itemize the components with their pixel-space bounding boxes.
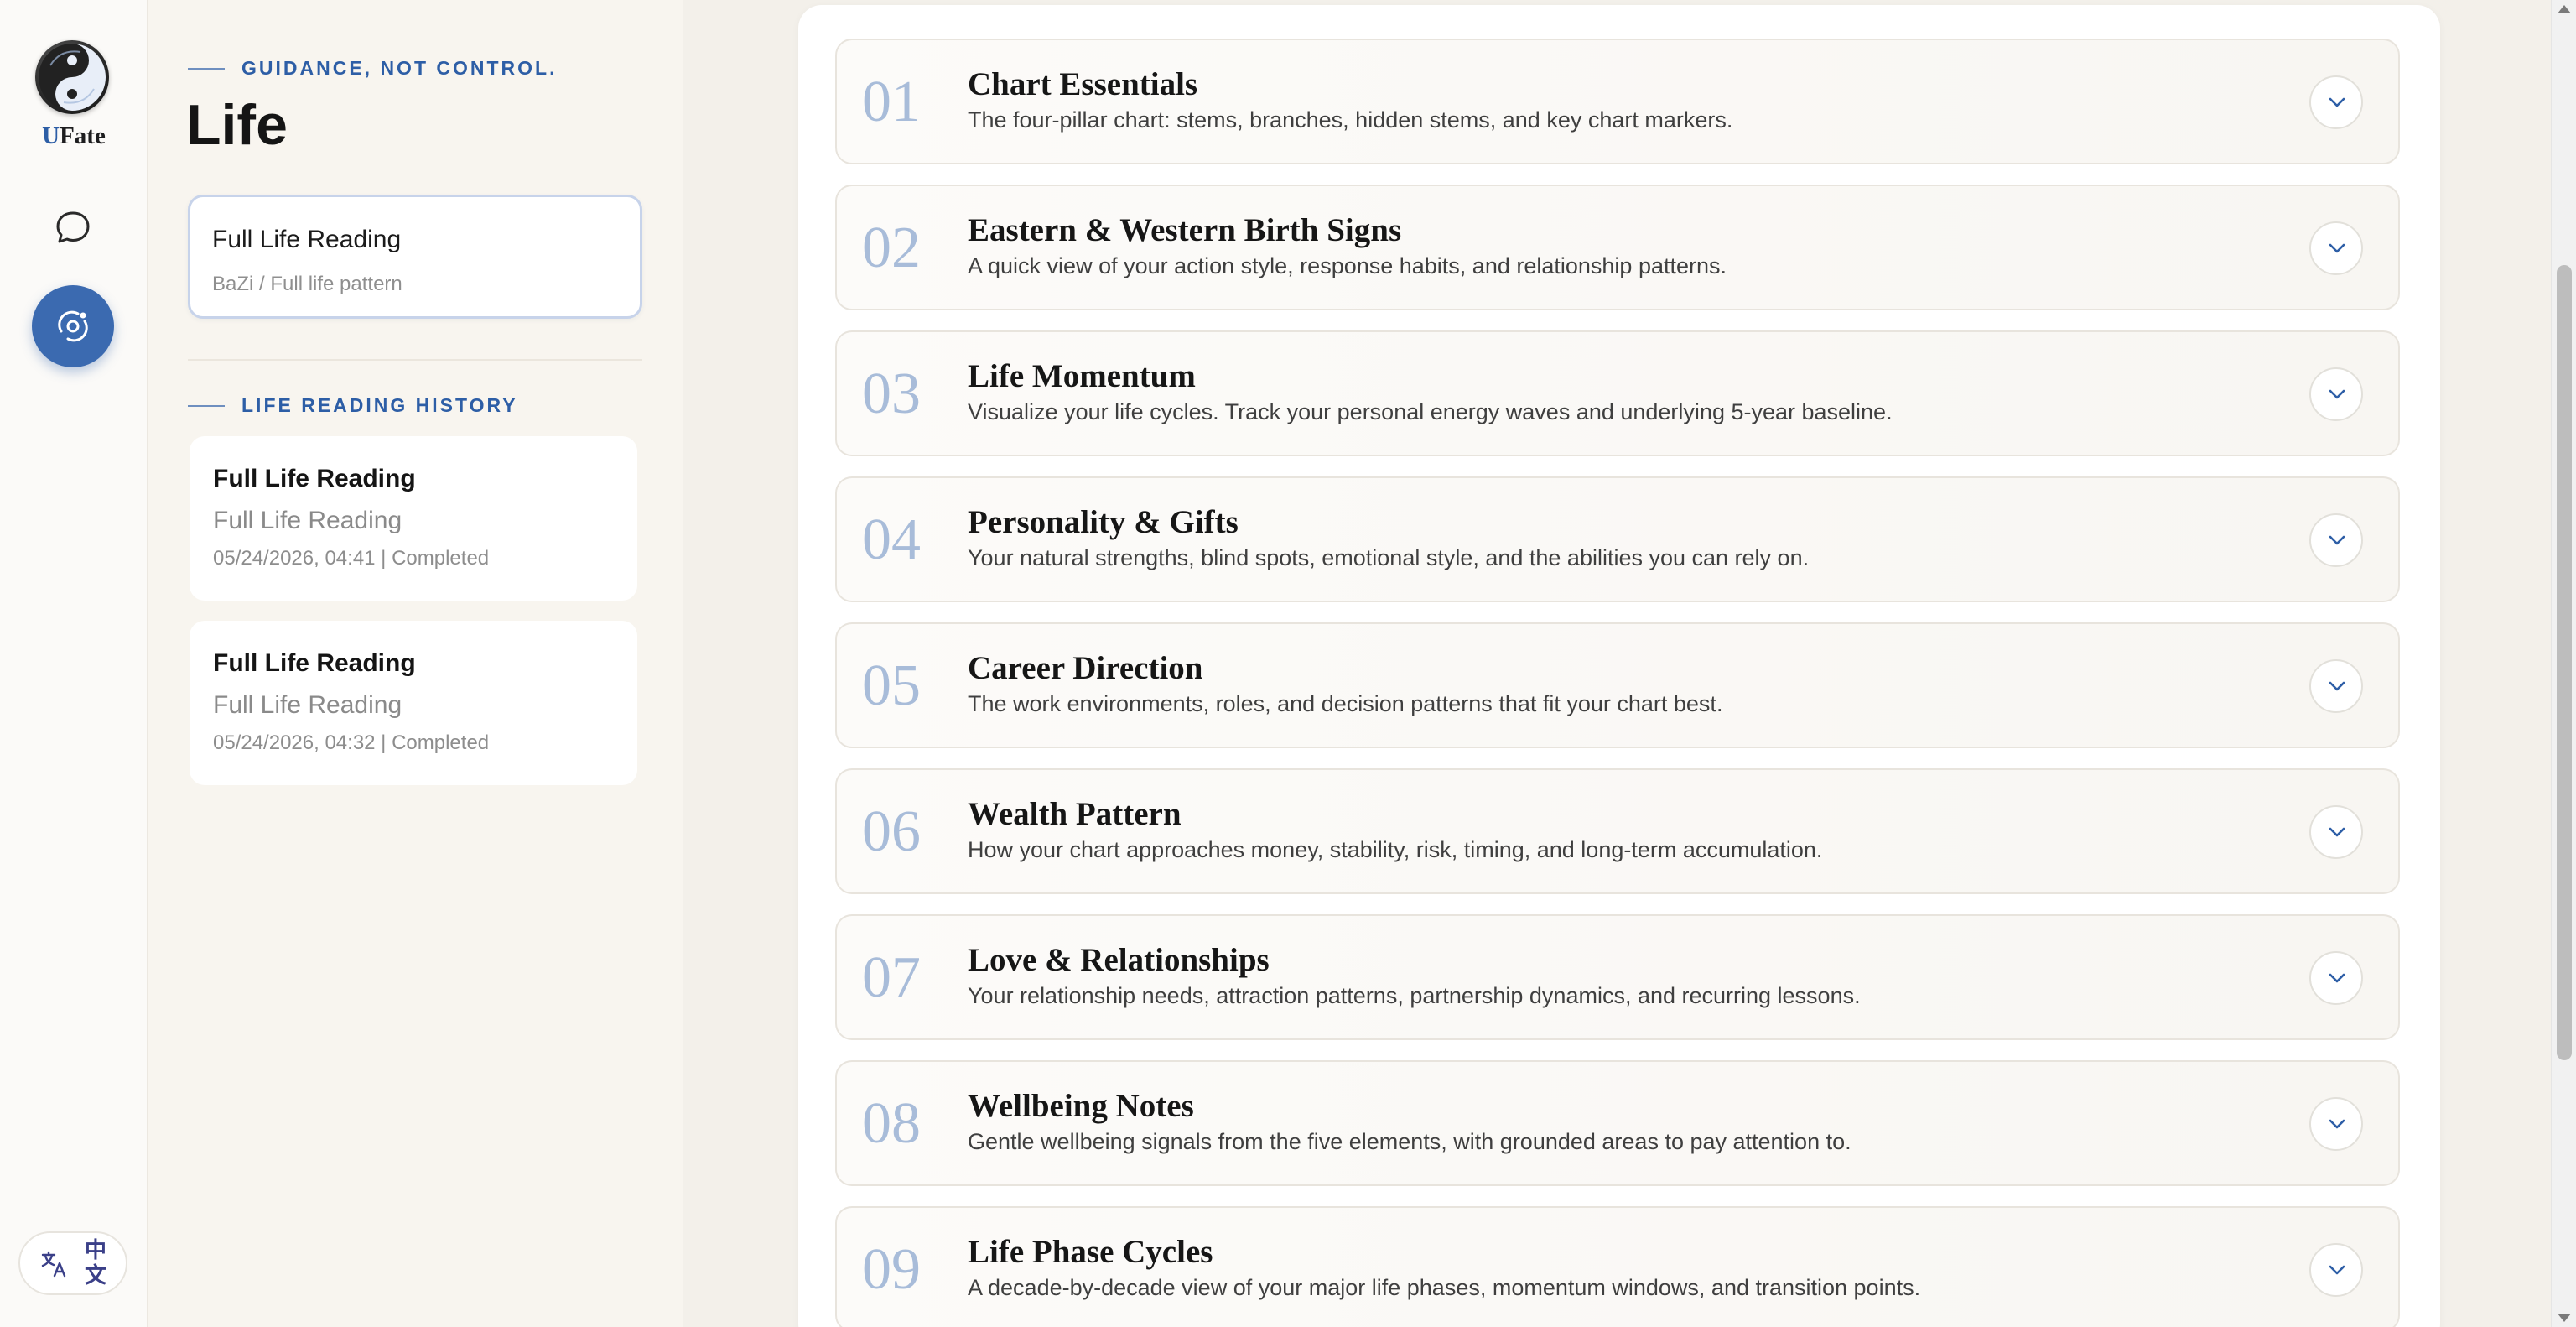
chevron-down-icon bbox=[2329, 681, 2345, 691]
section-description: A decade-by-decade view of your major li… bbox=[968, 1275, 1921, 1300]
expand-button[interactable] bbox=[2309, 75, 2363, 129]
chevron-down-icon bbox=[2329, 827, 2345, 837]
history-item-meta: 05/24/2026, 04:41 | Completed bbox=[213, 547, 490, 570]
history-item[interactable]: Full Life Reading Full Life Reading 05/2… bbox=[190, 621, 637, 785]
eyebrow-dash bbox=[188, 404, 225, 407]
section-card-birth-signs[interactable]: 02 Eastern & Western Birth Signs A quick… bbox=[835, 185, 2400, 310]
section-number: 04 bbox=[862, 507, 921, 572]
main-content: 01 Chart Essentials The four-pillar char… bbox=[683, 0, 2551, 1327]
current-reading-card[interactable]: Full Life Reading BaZi / Full life patte… bbox=[188, 195, 642, 319]
section-title: Life Momentum bbox=[968, 358, 1196, 394]
history-item-title: Full Life Reading bbox=[213, 649, 416, 677]
chat-bubble-icon[interactable] bbox=[52, 206, 94, 248]
section-title: Wellbeing Notes bbox=[968, 1088, 1194, 1124]
expand-button[interactable] bbox=[2309, 659, 2363, 713]
eyebrow-text: GUIDANCE, NOT CONTROL. bbox=[242, 57, 558, 79]
expand-button[interactable] bbox=[2309, 1243, 2363, 1297]
chevron-down-icon bbox=[2329, 243, 2345, 253]
chevron-down-icon bbox=[2329, 535, 2345, 545]
history-item-meta: 05/24/2026, 04:32 | Completed bbox=[213, 731, 490, 754]
section-description: How your chart approaches money, stabili… bbox=[968, 837, 1823, 862]
icon-rail: UFate 中文 bbox=[0, 0, 148, 1327]
section-title: Love & Relationships bbox=[968, 942, 1270, 978]
life-reading-nav-button[interactable] bbox=[32, 285, 114, 367]
section-card-personality-gifts[interactable]: 04 Personality & Gifts Your natural stre… bbox=[835, 476, 2400, 602]
section-number: 05 bbox=[862, 653, 921, 718]
current-reading-subtitle: BaZi / Full life pattern bbox=[212, 273, 402, 295]
language-toggle-button[interactable]: 中文 bbox=[18, 1231, 127, 1295]
section-description: Your natural strengths, blind spots, emo… bbox=[968, 545, 1810, 570]
yin-yang-logo-icon[interactable] bbox=[35, 40, 109, 114]
scrollbar-thumb[interactable] bbox=[2557, 265, 2572, 1060]
chevron-down-icon bbox=[2329, 1265, 2345, 1275]
chevron-down-icon bbox=[2329, 97, 2345, 107]
section-card-career-direction[interactable]: 05 Career Direction The work environment… bbox=[835, 622, 2400, 748]
section-title: Chart Essentials bbox=[968, 66, 1198, 102]
history-item-subtitle: Full Life Reading bbox=[213, 507, 402, 534]
section-number: 07 bbox=[862, 945, 921, 1010]
app-root: UFate 中文 GUIDANCE, NOT CONTROL. Life Ful… bbox=[0, 0, 2576, 1327]
section-title: Life Phase Cycles bbox=[968, 1234, 1213, 1270]
history-heading-text: LIFE READING HISTORY bbox=[242, 394, 518, 416]
scroll-up-arrow-icon[interactable] bbox=[2558, 5, 2571, 13]
translate-icon bbox=[41, 1251, 66, 1278]
expand-button[interactable] bbox=[2309, 951, 2363, 1005]
expand-button[interactable] bbox=[2309, 221, 2363, 275]
scroll-down-arrow-icon[interactable] bbox=[2558, 1314, 2571, 1322]
section-description: A quick view of your action style, respo… bbox=[968, 253, 1727, 278]
current-reading-title: Full Life Reading bbox=[212, 226, 402, 253]
life-sidebar: GUIDANCE, NOT CONTROL. Life Full Life Re… bbox=[148, 0, 683, 1327]
chevron-down-icon bbox=[2329, 1119, 2345, 1129]
section-number: 02 bbox=[862, 216, 921, 280]
expand-button[interactable] bbox=[2309, 1097, 2363, 1151]
history-item-subtitle: Full Life Reading bbox=[213, 691, 402, 719]
section-description: The four-pillar chart: stems, branches, … bbox=[968, 107, 1733, 133]
sidebar-divider bbox=[188, 359, 642, 361]
history-heading: LIFE READING HISTORY bbox=[188, 394, 518, 417]
section-card-love-relationships[interactable]: 07 Love & Relationships Your relationshi… bbox=[835, 914, 2400, 1040]
section-card-life-momentum[interactable]: 03 Life Momentum Visualize your life cyc… bbox=[835, 330, 2400, 456]
sidebar-eyebrow: GUIDANCE, NOT CONTROL. bbox=[188, 57, 558, 80]
reading-sections-panel: 01 Chart Essentials The four-pillar char… bbox=[798, 5, 2440, 1327]
section-description: The work environments, roles, and decisi… bbox=[968, 691, 1723, 716]
section-number: 01 bbox=[862, 70, 921, 134]
section-number: 09 bbox=[862, 1237, 921, 1302]
chevron-down-icon bbox=[2329, 389, 2345, 399]
section-card-chart-essentials[interactable]: 01 Chart Essentials The four-pillar char… bbox=[835, 39, 2400, 164]
eyebrow-dash bbox=[188, 67, 225, 70]
section-title: Personality & Gifts bbox=[968, 504, 1239, 540]
section-description: Gentle wellbeing signals from the five e… bbox=[968, 1129, 1852, 1154]
section-card-wealth-pattern[interactable]: 06 Wealth Pattern How your chart approac… bbox=[835, 768, 2400, 894]
section-title: Wealth Pattern bbox=[968, 796, 1182, 832]
section-card-wellbeing-notes[interactable]: 08 Wellbeing Notes Gentle wellbeing sign… bbox=[835, 1060, 2400, 1186]
section-number: 08 bbox=[862, 1091, 921, 1156]
section-number: 06 bbox=[862, 799, 921, 864]
section-title: Career Direction bbox=[968, 650, 1203, 686]
section-title: Eastern & Western Birth Signs bbox=[968, 212, 1402, 248]
section-description: Your relationship needs, attraction patt… bbox=[968, 983, 1861, 1008]
section-description: Visualize your life cycles. Track your p… bbox=[968, 399, 1893, 424]
expand-button[interactable] bbox=[2309, 367, 2363, 421]
orbit-icon bbox=[58, 310, 88, 342]
history-item[interactable]: Full Life Reading Full Life Reading 05/2… bbox=[190, 436, 637, 601]
expand-button[interactable] bbox=[2309, 805, 2363, 859]
expand-button[interactable] bbox=[2309, 513, 2363, 567]
brand-name: UFate bbox=[42, 122, 106, 149]
page-scrollbar[interactable] bbox=[2551, 0, 2576, 1327]
section-card-life-phase-cycles[interactable]: 09 Life Phase Cycles A decade-by-decade … bbox=[835, 1206, 2400, 1327]
page-title: Life bbox=[186, 93, 288, 157]
section-number: 03 bbox=[862, 362, 921, 426]
chevron-down-icon bbox=[2329, 973, 2345, 983]
language-label: 中文 bbox=[84, 1238, 106, 1288]
history-item-title: Full Life Reading bbox=[213, 465, 416, 492]
